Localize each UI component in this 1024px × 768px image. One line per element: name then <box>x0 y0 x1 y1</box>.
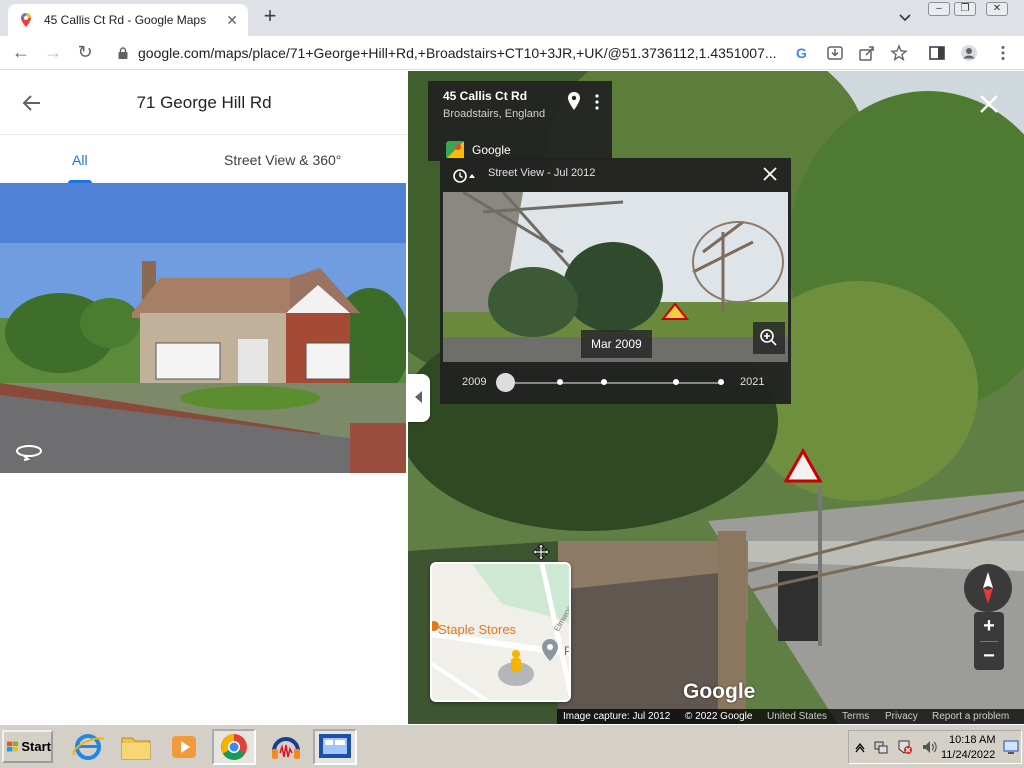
timeline-tick[interactable] <box>601 379 607 385</box>
country-link[interactable]: United States <box>767 711 827 722</box>
clock-time[interactable]: 10:18 AM <box>949 734 995 746</box>
zoom-out-button[interactable]: − <box>974 642 1004 670</box>
timeline-tick[interactable] <box>673 379 679 385</box>
volume-icon[interactable] <box>921 739 937 755</box>
remote-desktop-taskbar-button[interactable] <box>313 729 357 765</box>
profile-avatar-icon[interactable] <box>960 44 978 62</box>
history-date-label: Street View - Jul 2012 <box>488 167 596 179</box>
place-photos-panel: 71 George Hill Rd All Street View & 360° <box>0 71 408 724</box>
tab-street-view-360[interactable]: Street View & 360° <box>224 152 341 168</box>
bookmark-star-icon[interactable] <box>890 44 908 62</box>
place-title: 71 George Hill Rd <box>136 93 272 112</box>
audacity-icon[interactable] <box>264 729 308 765</box>
google-lens-icon[interactable]: G <box>794 44 812 62</box>
move-cursor-icon <box>532 543 550 561</box>
360-rotate-icon[interactable] <box>14 441 44 461</box>
timeline-tick[interactable] <box>718 379 724 385</box>
image-capture-date: Image capture: Jul 2012 <box>563 711 671 722</box>
zoom-control: + − <box>974 612 1004 670</box>
terms-link[interactable]: Terms <box>842 711 869 722</box>
window-close-button[interactable]: ✕ <box>986 2 1008 16</box>
browser-toolbar: ← → ↻ google.com/maps/place/71+George+Hi… <box>0 36 1024 70</box>
forward-arrow-icon[interactable]: → <box>42 42 64 64</box>
system-tray: 10:18 AM 11/24/2022 <box>848 730 1022 764</box>
install-app-icon[interactable] <box>826 44 844 62</box>
browser-tab-bar: 45 Callis Ct Rd - Google Maps ✕ + – ❐ ✕ <box>0 0 1024 36</box>
street-view-pane[interactable]: 45 Callis Ct Rd Broadstairs, England Goo… <box>408 71 1024 724</box>
reload-icon[interactable]: ↻ <box>74 42 96 64</box>
tab-all[interactable]: All <box>72 152 88 168</box>
internet-explorer-icon[interactable] <box>66 729 110 765</box>
google-maps-favicon-icon <box>21 13 31 27</box>
show-desktop-icon[interactable] <box>1003 739 1019 755</box>
compass-needle-icon <box>983 572 993 604</box>
clock-date[interactable]: 11/24/2022 <box>941 749 995 761</box>
svg-text:G: G <box>796 45 807 61</box>
windows-logo-icon <box>7 741 19 752</box>
house-photo-image <box>0 183 406 473</box>
close-street-view-icon[interactable] <box>978 93 1000 115</box>
start-button[interactable]: Start <box>2 730 53 763</box>
attribution-bar: Image capture: Jul 2012 © 2022 Google Un… <box>557 709 1024 724</box>
copyright-text: © 2022 Google <box>685 711 753 722</box>
tab-title: 45 Callis Ct Rd - Google Maps <box>44 13 207 27</box>
chevron-left-icon <box>415 391 422 403</box>
menu-kebab-icon[interactable] <box>994 44 1012 62</box>
lock-icon <box>118 47 128 59</box>
street-view-info-card: 45 Callis Ct Rd Broadstairs, England Goo… <box>428 81 612 161</box>
location-pin-icon[interactable] <box>566 91 582 111</box>
info-card-provider: Google <box>472 143 511 157</box>
privacy-link[interactable]: Privacy <box>885 711 918 722</box>
file-explorer-icon[interactable] <box>114 729 158 765</box>
zoom-in-button[interactable]: + <box>974 612 1004 640</box>
compass-control[interactable] <box>964 564 1012 612</box>
report-problem-link[interactable]: Report a problem <box>932 711 1009 722</box>
minimize-button[interactable]: – <box>928 2 950 16</box>
history-selected-date: Mar 2009 <box>581 330 652 358</box>
chrome-icon <box>221 734 247 760</box>
street-view-history-panel: Street View - Jul 2012 Mar 2009 2009 202… <box>440 158 791 404</box>
new-tab-button[interactable]: + <box>258 5 282 29</box>
google-watermark: Google <box>683 680 756 703</box>
timeline-track[interactable] <box>504 382 724 384</box>
house-photo[interactable] <box>0 183 406 473</box>
tab-search-chevron-icon[interactable] <box>896 8 914 26</box>
close-icon[interactable] <box>762 166 778 182</box>
zoom-in-thumbnail-button[interactable] <box>753 322 785 354</box>
minimap-poi-label: P <box>564 644 569 658</box>
side-panel-icon[interactable] <box>928 44 946 62</box>
more-vert-icon[interactable] <box>592 93 602 111</box>
restore-button[interactable]: ❐ <box>954 2 976 16</box>
share-icon[interactable] <box>858 44 876 62</box>
photo-tabs: All Street View & 360° <box>0 135 408 183</box>
magnifier-plus-icon <box>760 329 777 346</box>
timeline-slider-handle[interactable] <box>496 373 515 392</box>
history-thumbnail[interactable]: Mar 2009 <box>443 192 788 362</box>
timeline-end-year: 2021 <box>740 376 765 388</box>
security-alert-icon[interactable] <box>897 739 913 755</box>
start-label: Start <box>21 739 51 754</box>
network-icon[interactable] <box>873 739 889 755</box>
google-maps-logo-icon <box>446 141 464 159</box>
remote-desktop-icon <box>319 734 351 758</box>
back-arrow-icon[interactable]: ← <box>10 42 32 64</box>
info-card-subtitle: Broadstairs, England <box>443 108 546 120</box>
info-card-title: 45 Callis Ct Rd <box>443 89 528 103</box>
chrome-taskbar-button[interactable] <box>212 729 256 765</box>
history-clock-icon[interactable] <box>452 168 478 184</box>
timeline-start-year: 2009 <box>462 376 487 388</box>
timeline-tick[interactable] <box>557 379 563 385</box>
media-player-icon[interactable] <box>162 729 206 765</box>
browser-tab[interactable]: 45 Callis Ct Rd - Google Maps ✕ <box>8 4 248 36</box>
url-text: google.com/maps/place/71+George+Hill+Rd,… <box>138 45 777 61</box>
show-hidden-icons-chevron-icon[interactable] <box>853 740 867 754</box>
panel-header: 71 George Hill Rd <box>0 71 408 135</box>
windows-taskbar: Start 10:18 AM 11/24/2022 <box>0 724 1024 768</box>
address-bar[interactable]: google.com/maps/place/71+George+Hill+Rd,… <box>110 39 820 67</box>
collapse-panel-button[interactable] <box>408 374 430 422</box>
close-tab-icon[interactable]: ✕ <box>226 12 238 29</box>
street-view-minimap[interactable]: Staple Stores Elmwood P <box>430 562 571 702</box>
minimap-place-label: Staple Stores <box>438 622 517 637</box>
